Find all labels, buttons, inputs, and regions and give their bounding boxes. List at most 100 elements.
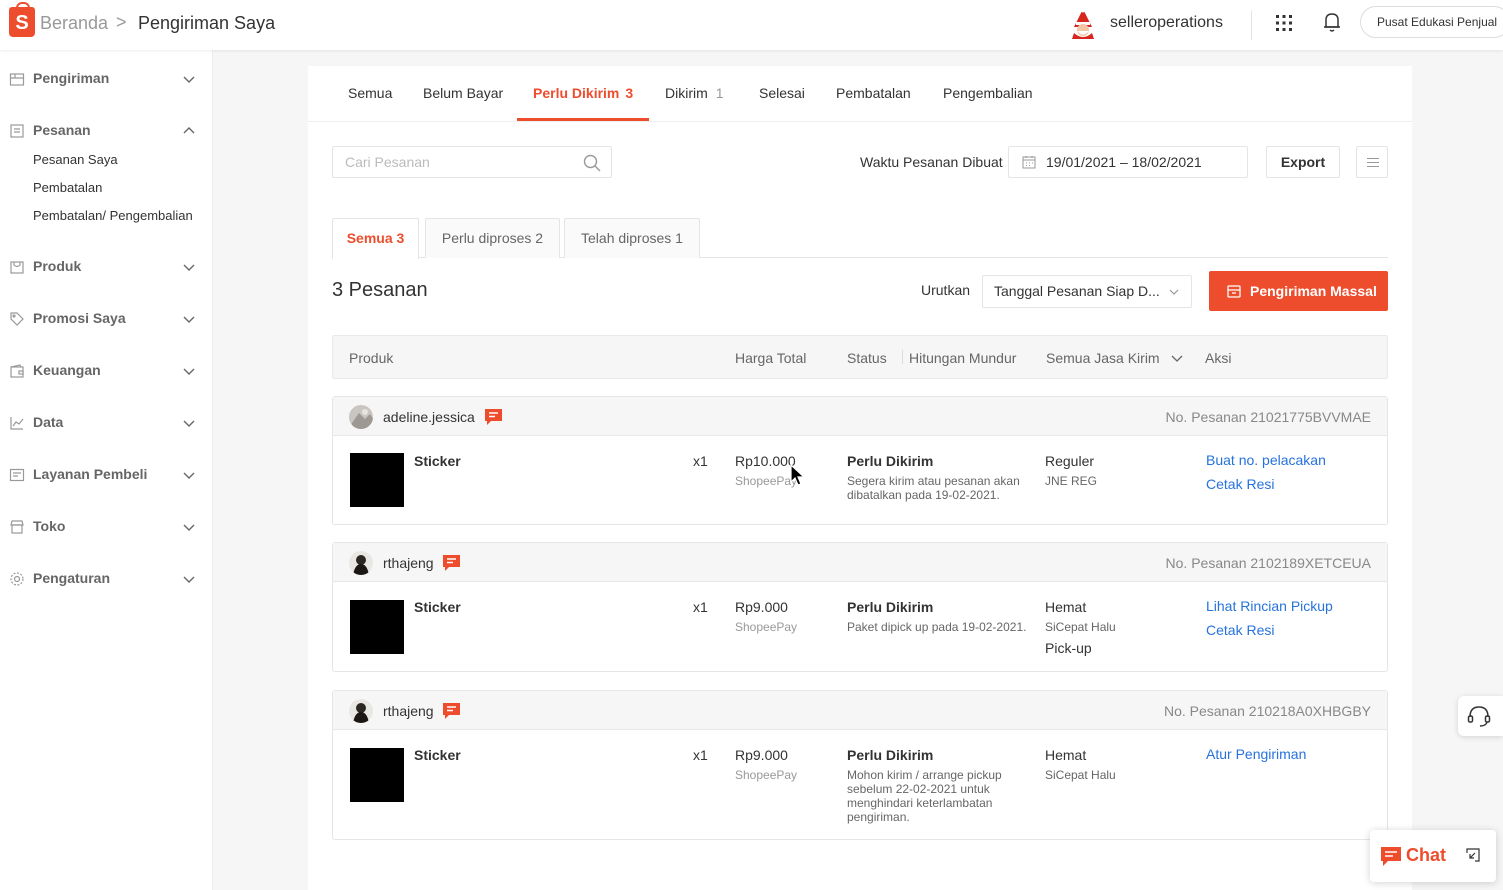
buyer-avatar[interactable] bbox=[349, 699, 373, 723]
sidebar-group-label: Promosi Saya bbox=[33, 310, 126, 326]
shop-avatar[interactable] bbox=[1068, 7, 1098, 39]
chevron-down-icon bbox=[183, 368, 195, 375]
order-card: rthajeng No. Pesanan 2102189XETCEUA Stic… bbox=[332, 542, 1388, 672]
shop-icon bbox=[10, 520, 24, 534]
search-input[interactable] bbox=[333, 147, 563, 177]
shipping-service: Hemat bbox=[1045, 599, 1087, 615]
tab-shipped[interactable]: Dikirim 1 bbox=[665, 85, 724, 119]
print-label-link[interactable]: Cetak Resi bbox=[1206, 622, 1274, 638]
export-button[interactable]: Export bbox=[1266, 146, 1340, 178]
table-header: Produk Harga Total Status Hitungan Mundu… bbox=[332, 335, 1388, 379]
sidebar-group-orders[interactable]: Pesanan bbox=[0, 116, 213, 146]
product-name[interactable]: Sticker bbox=[414, 599, 461, 615]
sidebar-group-shop[interactable]: Toko bbox=[0, 512, 213, 542]
processing-subtabs: Semua 3 Perlu diproses 2 Telah diproses … bbox=[332, 218, 1388, 259]
status-description: Mohon kirim / arrange pickup sebelum 22-… bbox=[847, 768, 1002, 824]
tab-unpaid[interactable]: Belum Bayar bbox=[423, 85, 503, 119]
col-total: Harga Total bbox=[735, 350, 807, 366]
buyer-avatar[interactable] bbox=[349, 551, 373, 575]
chat-icon[interactable] bbox=[443, 703, 460, 719]
buyer-name[interactable]: rthajeng bbox=[383, 703, 434, 719]
sidebar-group-finance[interactable]: Keuangan bbox=[0, 356, 213, 386]
date-range-picker[interactable]: 19/01/2021 – 18/02/2021 bbox=[1008, 146, 1248, 178]
tab-all[interactable]: Semua bbox=[348, 85, 392, 119]
sidebar-group-shipping[interactable]: Pengiriman bbox=[0, 64, 213, 94]
sidebar-group-promotions[interactable]: Promosi Saya bbox=[0, 304, 213, 334]
product-name[interactable]: Sticker bbox=[414, 747, 461, 763]
buyer-name[interactable]: adeline.jessica bbox=[383, 409, 475, 425]
chat-icon[interactable] bbox=[443, 555, 460, 571]
calendar-icon bbox=[1022, 156, 1036, 169]
product-image[interactable] bbox=[350, 600, 404, 654]
shipping-icon bbox=[9, 73, 25, 86]
tab-returns[interactable]: Pengembalian bbox=[943, 85, 1033, 119]
sidebar-group-customer-service[interactable]: Layanan Pembeli bbox=[0, 460, 213, 490]
menu-icon-line bbox=[1367, 162, 1379, 163]
chevron-down-icon bbox=[183, 472, 195, 479]
order-header: rthajeng No. Pesanan 2102189XETCEUA bbox=[333, 543, 1387, 582]
main-panel: Semua Belum Bayar Perlu Dikirim 3 Dikirim… bbox=[308, 66, 1412, 890]
headset-icon bbox=[1467, 706, 1491, 727]
chat-box-icon bbox=[9, 468, 25, 482]
print-label-link[interactable]: Cetak Resi bbox=[1206, 476, 1274, 492]
courier-name: SiCepat Halu bbox=[1045, 768, 1116, 782]
search-icon[interactable] bbox=[583, 154, 601, 172]
chat-widget-button[interactable]: Chat bbox=[1370, 830, 1496, 882]
menu-icon-line bbox=[1367, 166, 1379, 167]
chat-label: Chat bbox=[1406, 845, 1446, 865]
col-status: Status bbox=[847, 350, 887, 366]
product-name[interactable]: Sticker bbox=[414, 453, 461, 469]
shipping-service: Hemat bbox=[1045, 747, 1087, 763]
chat-icon[interactable] bbox=[485, 409, 502, 425]
sidebar-group-data[interactable]: Data bbox=[0, 408, 213, 438]
view-pickup-details-link[interactable]: Lihat Rincian Pickup bbox=[1206, 598, 1333, 614]
sort-select[interactable]: Tanggal Pesanan Siap D... bbox=[982, 275, 1192, 308]
col-countdown[interactable]: Hitungan Mundur bbox=[909, 350, 1016, 366]
courier-name: JNE REG bbox=[1045, 474, 1098, 488]
product-image[interactable] bbox=[350, 748, 404, 802]
sidebar-item-cancellation[interactable]: Pembatalan bbox=[33, 180, 102, 195]
order-icon bbox=[10, 124, 24, 138]
col-product: Produk bbox=[349, 350, 394, 366]
shopee-logo[interactable]: S bbox=[9, 2, 35, 37]
expand-icon[interactable] bbox=[1466, 848, 1480, 862]
chevron-down-icon bbox=[1172, 355, 1183, 362]
subtab-processed[interactable]: Telah diproses 1 bbox=[564, 218, 700, 258]
subtab-to-process[interactable]: Perlu diproses 2 bbox=[425, 218, 560, 258]
courier-name: SiCepat Halu bbox=[1045, 620, 1116, 634]
sidebar-item-returns[interactable]: Pembatalan/ Pengembalian bbox=[33, 208, 193, 223]
sidebar-item-my-orders[interactable]: Pesanan Saya bbox=[33, 152, 118, 167]
product-icon bbox=[10, 261, 24, 274]
product-image[interactable] bbox=[350, 453, 404, 507]
bell-icon[interactable] bbox=[1323, 12, 1341, 32]
tab-completed[interactable]: Selesai bbox=[759, 85, 805, 119]
sidebar-group-label: Produk bbox=[33, 258, 82, 274]
tab-label: Perlu Dikirim bbox=[533, 85, 620, 101]
shop-name[interactable]: selleroperations bbox=[1110, 14, 1223, 32]
status-description: Paket dipick up pada 19-02-2021. bbox=[847, 620, 1027, 634]
tab-cancellation[interactable]: Pembatalan bbox=[836, 85, 911, 119]
sidebar-group-settings[interactable]: Pengaturan bbox=[0, 564, 213, 594]
sidebar-group-label: Keuangan bbox=[33, 362, 101, 378]
chart-icon bbox=[10, 417, 24, 430]
shipping-service: Reguler bbox=[1045, 453, 1095, 469]
tab-to-ship[interactable]: Perlu Dikirim 3 bbox=[533, 85, 633, 119]
product-quantity: x1 bbox=[693, 453, 708, 469]
list-menu-button[interactable] bbox=[1356, 146, 1388, 178]
subtab-all[interactable]: Semua 3 bbox=[332, 218, 419, 259]
shipping-box-icon bbox=[1227, 285, 1241, 298]
buyer-name[interactable]: rthajeng bbox=[383, 555, 434, 571]
col-courier-filter[interactable]: Semua Jasa Kirim bbox=[1046, 350, 1183, 366]
order-status: Perlu Dikirim bbox=[847, 599, 934, 615]
seller-education-button[interactable]: Pusat Edukasi Penjual bbox=[1360, 6, 1503, 38]
chevron-down-icon bbox=[183, 316, 195, 323]
breadcrumb-home[interactable]: Beranda bbox=[40, 13, 108, 34]
breadcrumb-separator: > bbox=[116, 12, 127, 32]
sidebar-group-products[interactable]: Produk bbox=[0, 252, 213, 282]
mass-shipping-button[interactable]: Pengiriman Massal bbox=[1209, 271, 1388, 311]
create-tracking-link[interactable]: Buat no. pelacakan bbox=[1206, 452, 1326, 468]
help-button[interactable] bbox=[1458, 696, 1503, 736]
apps-grid-icon[interactable] bbox=[1275, 14, 1293, 32]
buyer-avatar[interactable] bbox=[349, 405, 373, 429]
arrange-shipment-link[interactable]: Atur Pengiriman bbox=[1206, 746, 1306, 762]
